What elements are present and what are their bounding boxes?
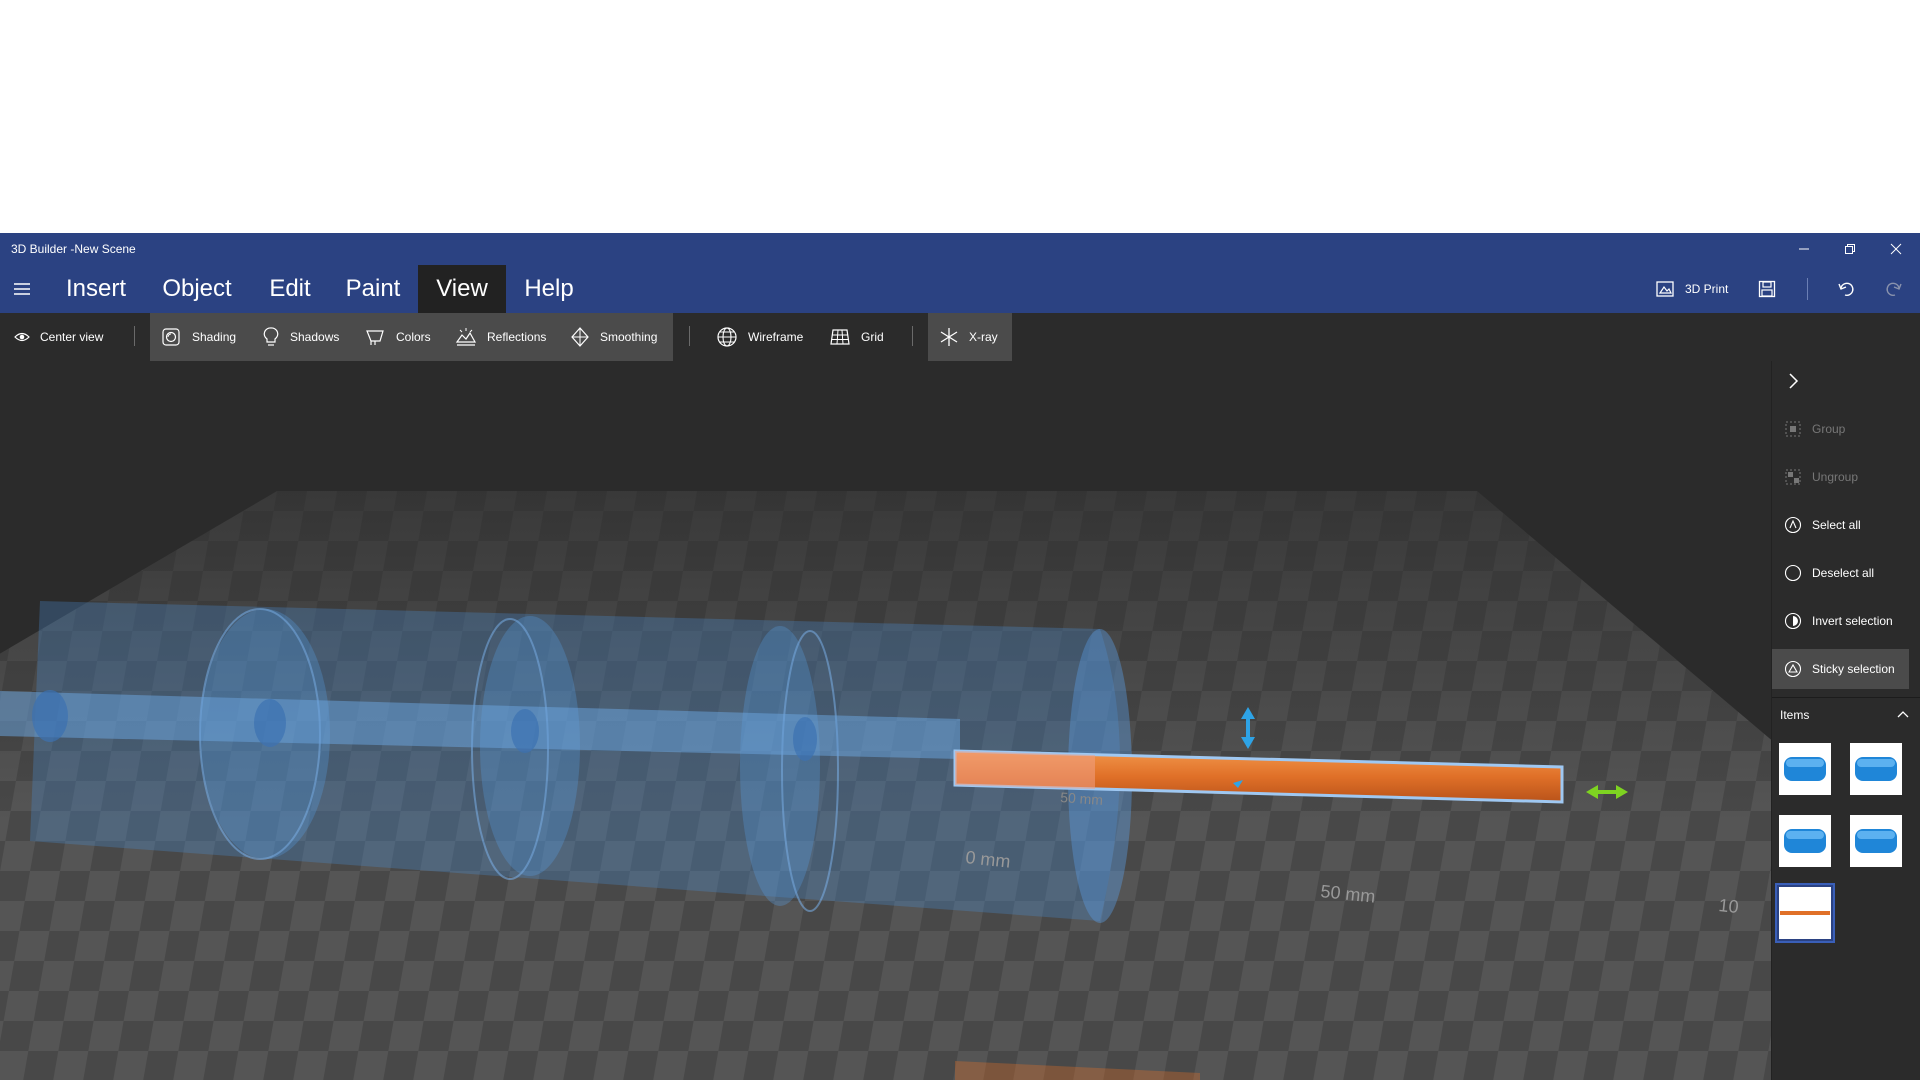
3d-print-button[interactable]: 3D Print xyxy=(1655,279,1728,299)
center-view-label: Center view xyxy=(40,330,104,344)
shadows-label: Shadows xyxy=(290,330,340,344)
deselect-all-icon xyxy=(1784,564,1802,582)
undo-button[interactable] xyxy=(1836,279,1856,302)
invert-selection-button[interactable]: Invert selection xyxy=(1772,601,1909,641)
items-collapse-button[interactable] xyxy=(1896,707,1910,726)
group-label: Group xyxy=(1812,422,1846,436)
globe-icon xyxy=(717,327,737,347)
colors-label: Colors xyxy=(396,330,431,344)
select-all-icon xyxy=(1784,516,1802,534)
menu-divider xyxy=(1807,278,1808,300)
menu-object[interactable]: Object xyxy=(148,265,246,313)
smoothing-label: Smoothing xyxy=(600,330,658,344)
item-thumbnail[interactable] xyxy=(1777,741,1833,797)
cylinder-thumbnail-icon xyxy=(1855,829,1897,853)
ruler-label: 50 mm xyxy=(1060,789,1104,808)
close-button[interactable] xyxy=(1873,233,1919,265)
redo-icon xyxy=(1886,282,1902,296)
wireframe-toggle[interactable]: Wireframe xyxy=(716,313,803,361)
asterisk-icon xyxy=(940,328,958,346)
smoothing-toggle[interactable]: Smoothing xyxy=(570,313,657,361)
item-thumbnail-selected[interactable] xyxy=(1775,883,1835,943)
item-thumbnail[interactable] xyxy=(1848,741,1904,797)
window-title: 3D Builder -New Scene xyxy=(11,242,136,256)
chevron-right-icon xyxy=(1789,373,1799,389)
group-icon xyxy=(1785,421,1801,437)
shading-label: Shading xyxy=(192,330,237,344)
menu-paint[interactable]: Paint xyxy=(334,265,412,313)
group-button[interactable]: Group xyxy=(1772,409,1909,449)
menu-bar: Insert Object Edit Paint View Help 3D Pr… xyxy=(0,265,1920,313)
close-icon xyxy=(1890,243,1902,255)
xray-toggle[interactable]: X-ray xyxy=(939,313,998,361)
scene-canvas[interactable]: 50 mm 0 mm 10 50 mm xyxy=(0,361,1771,1080)
paint-bucket-icon xyxy=(366,330,384,345)
deselect-all-label: Deselect all xyxy=(1812,566,1875,580)
3d-print-label: 3D Print xyxy=(1685,282,1729,296)
grid-label: Grid xyxy=(861,330,884,344)
rod-thumbnail-icon xyxy=(1780,911,1830,915)
sticky-selection-label: Sticky selection xyxy=(1812,662,1895,676)
sticky-selection-toggle[interactable]: Sticky selection xyxy=(1772,649,1909,689)
save-button[interactable] xyxy=(1757,279,1777,302)
item-thumbnail[interactable] xyxy=(1848,813,1904,869)
shadows-toggle[interactable]: Shadows xyxy=(262,313,339,361)
shading-icon xyxy=(162,328,180,346)
restore-icon xyxy=(1845,244,1855,254)
title-bar: 3D Builder -New Scene xyxy=(0,233,1920,265)
select-all-label: Select all xyxy=(1812,518,1861,532)
eye-icon xyxy=(14,332,30,342)
undo-icon xyxy=(1838,282,1854,296)
minimize-icon xyxy=(1799,248,1809,250)
item-thumbnail[interactable] xyxy=(1777,813,1833,869)
3d-viewport[interactable]: 50 mm 0 mm 10 50 mm xyxy=(0,361,1771,1080)
cylinder-thumbnail-icon xyxy=(1784,829,1826,853)
ungroup-icon xyxy=(1785,469,1801,485)
lightbulb-icon xyxy=(263,327,279,346)
ribbon-separator xyxy=(689,326,690,346)
reflections-label: Reflections xyxy=(487,330,547,344)
invert-selection-label: Invert selection xyxy=(1812,614,1893,628)
restore-button[interactable] xyxy=(1827,233,1873,265)
app-window: 3D Builder -New Scene Insert Object Edit… xyxy=(0,233,1920,1080)
menu-view[interactable]: View xyxy=(418,265,506,313)
grid-icon xyxy=(830,329,850,345)
ruler-label: 10 xyxy=(1718,895,1740,917)
deselect-all-button[interactable]: Deselect all xyxy=(1772,553,1909,593)
ungroup-label: Ungroup xyxy=(1812,470,1859,484)
sticky-selection-icon xyxy=(1784,660,1802,678)
select-all-button[interactable]: Select all xyxy=(1772,505,1909,545)
panel-divider xyxy=(1772,697,1920,698)
center-view-button[interactable]: Center view xyxy=(14,313,103,361)
cylinder-thumbnail-icon xyxy=(1784,757,1826,781)
colors-toggle[interactable]: Colors xyxy=(364,313,431,361)
menu-edit[interactable]: Edit xyxy=(256,265,324,313)
reflections-icon xyxy=(455,328,477,346)
ungroup-button[interactable]: Ungroup xyxy=(1772,457,1909,497)
view-ribbon: Center view Shading Shadows Colors Refle… xyxy=(0,313,1920,361)
menu-help[interactable]: Help xyxy=(512,265,586,313)
redo-button[interactable] xyxy=(1884,279,1904,302)
reflections-toggle[interactable]: Reflections xyxy=(455,313,546,361)
menu-insert[interactable]: Insert xyxy=(52,265,140,313)
hamburger-menu-icon[interactable] xyxy=(12,279,32,299)
save-icon xyxy=(1758,280,1776,298)
cylinder-thumbnail-icon xyxy=(1855,757,1897,781)
shading-toggle[interactable]: Shading xyxy=(160,313,236,361)
wireframe-label: Wireframe xyxy=(748,330,804,344)
grid-toggle[interactable]: Grid xyxy=(829,313,884,361)
collapse-panel-button[interactable] xyxy=(1786,371,1800,396)
xray-label: X-ray xyxy=(969,330,998,344)
items-header: Items xyxy=(1780,708,1810,722)
minimize-button[interactable] xyxy=(1781,233,1827,265)
chevron-up-icon xyxy=(1897,711,1909,718)
smoothing-icon xyxy=(571,327,589,347)
object-panel: Group Ungroup Select all Deselect all In… xyxy=(1771,361,1920,1080)
invert-selection-icon xyxy=(1784,612,1802,630)
ribbon-separator xyxy=(134,326,135,346)
ribbon-separator xyxy=(912,326,913,346)
3d-print-icon xyxy=(1656,281,1674,297)
